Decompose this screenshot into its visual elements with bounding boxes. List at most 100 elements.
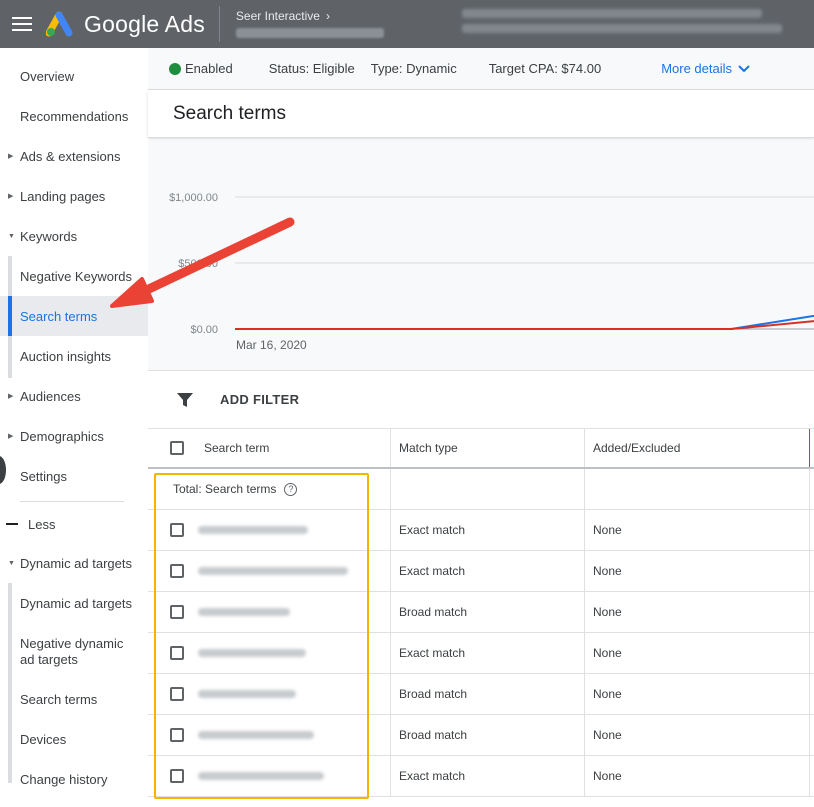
search-term-blurred [198,608,290,616]
search-term-cell[interactable] [148,592,390,632]
row-checkbox[interactable] [170,523,184,537]
match-type-cell: Exact match [390,633,584,673]
table-row[interactable]: Exact match None [148,756,814,797]
column-resize-handle[interactable] [809,429,814,467]
row-end-cell [809,715,814,755]
row-checkbox[interactable] [170,687,184,701]
search-term-blurred [198,731,314,739]
table-row[interactable]: Exact match None [148,551,814,592]
enabled-status-dot-icon [169,62,181,75]
caret-right-icon: ▶ [8,393,14,400]
sidebar-item-demographics[interactable]: ▶ Demographics [0,416,148,456]
campaign-breadcrumb-blurred[interactable] [461,9,782,39]
sidebar-item-negative-dynamic-ad-targets[interactable]: Negative dynamic ad targets [0,628,148,676]
sidebar-item-settings[interactable]: Settings [0,456,148,496]
sidebar-item-dynamic-search-terms[interactable]: Search terms [0,679,148,719]
table-row[interactable]: Broad match None [148,592,814,633]
search-term-cell[interactable] [148,756,390,796]
chart-series-line [235,314,814,330]
row-checkbox[interactable] [170,728,184,742]
minus-icon [6,523,18,525]
match-type-cell: Exact match [390,551,584,591]
select-all-checkbox[interactable] [170,441,184,455]
search-term-blurred [198,567,348,575]
add-filter-button[interactable]: ADD FILTER [220,392,299,407]
sidebar-item-search-terms[interactable]: Search terms [0,296,148,336]
table-row[interactable]: Broad match None [148,674,814,715]
total-search-terms-cell: Total: Search terms ? [148,469,390,509]
filter-bar: ADD FILTER [148,370,814,428]
row-checkbox[interactable] [170,769,184,783]
column-header-match-type[interactable]: Match type [390,429,584,467]
table-row[interactable]: Exact match None [148,510,814,551]
row-end-cell [809,756,814,796]
sidebar-item-devices[interactable]: Devices [0,719,148,759]
search-term-blurred [198,526,308,534]
search-term-blurred [198,772,324,780]
sidebar-item-overview[interactable]: Overview [0,56,148,96]
sidebar-item-dynamic-ad-targets-group[interactable]: ▼ Dynamic ad targets [0,543,148,583]
match-type-cell: Broad match [390,674,584,714]
match-type-cell: Exact match [390,510,584,550]
eligibility-status: Status: Eligible [268,61,355,76]
row-end-cell [809,674,814,714]
performance-chart: $1,000.00 $500.00 $0.00 Mar 16, 2020 [148,140,814,370]
added-excluded-cell[interactable]: None [584,510,809,550]
row-checkbox[interactable] [170,646,184,660]
search-term-cell[interactable] [148,510,390,550]
column-header-added-excluded[interactable]: Added/Excluded [584,429,809,467]
added-excluded-cell[interactable]: None [584,633,809,673]
caret-down-icon: ▼ [8,232,15,240]
caret-down-icon: ▼ [8,559,15,567]
search-term-cell[interactable] [148,551,390,591]
sidebar-item-less[interactable]: Less [0,504,148,544]
account-selector[interactable]: Seer Interactive › [235,8,384,39]
row-end-cell [809,510,814,550]
sidebar-item-negative-keywords[interactable]: Negative Keywords [0,256,148,296]
search-term-cell[interactable] [148,633,390,673]
google-ads-logo[interactable]: Google Ads [46,11,205,38]
sidebar-item-ads-extensions[interactable]: ▶ Ads & extensions [0,136,148,176]
chart-y-tick-label: $1,000.00 [169,192,218,204]
sidebar-item-auction-insights[interactable]: Auction insights [0,336,148,376]
sidebar-item-audiences[interactable]: ▶ Audiences [0,376,148,416]
chart-svg: $1,000.00 $500.00 $0.00 Mar 16, 2020 [169,192,814,352]
added-excluded-cell[interactable]: None [584,592,809,632]
table-row[interactable]: Exact match None [148,633,814,674]
sidebar: Overview Recommendations ▶ Ads & extensio… [0,48,148,807]
enabled-status[interactable]: Enabled [185,61,233,76]
added-excluded-cell[interactable]: None [584,551,809,591]
sidebar-item-keywords[interactable]: ▼ Keywords [0,216,148,256]
filter-icon[interactable] [176,391,194,409]
search-term-blurred [198,649,306,657]
row-checkbox[interactable] [170,564,184,578]
table-row[interactable]: Broad match None [148,715,814,756]
row-end-cell [809,633,814,673]
sidebar-item-dynamic-ad-targets[interactable]: Dynamic ad targets [0,583,148,623]
added-excluded-cell[interactable]: None [584,715,809,755]
sidebar-item-change-history[interactable]: Change history [0,759,148,799]
target-cpa: Target CPA: $74.00 [488,61,602,76]
help-icon[interactable]: ? [284,482,298,496]
menu-icon[interactable] [12,17,32,31]
chart-x-tick-label: Mar 16, 2020 [236,338,307,352]
search-term-cell[interactable] [148,674,390,714]
chart-series-line [235,320,814,330]
total-end-cell [809,469,814,509]
caret-right-icon: ▶ [8,433,14,440]
search-term-cell[interactable] [148,715,390,755]
sidebar-item-landing-pages[interactable]: ▶ Landing pages [0,176,148,216]
sidebar-item-recommendations[interactable]: Recommendations [0,96,148,136]
row-checkbox[interactable] [170,605,184,619]
more-details-button[interactable]: More details [661,61,750,76]
row-end-cell [809,592,814,632]
app-name: Google Ads [84,10,205,37]
chart-y-tick-label: $0.00 [190,324,218,336]
chevron-right-icon: › [325,8,330,23]
column-header-search-term[interactable]: Search term [148,429,390,467]
page-title: Search terms [148,90,814,138]
total-match-cell [390,469,584,509]
added-excluded-cell[interactable]: None [584,674,809,714]
added-excluded-cell[interactable]: None [584,756,809,796]
table-total-row: Total: Search terms ? [148,469,814,510]
